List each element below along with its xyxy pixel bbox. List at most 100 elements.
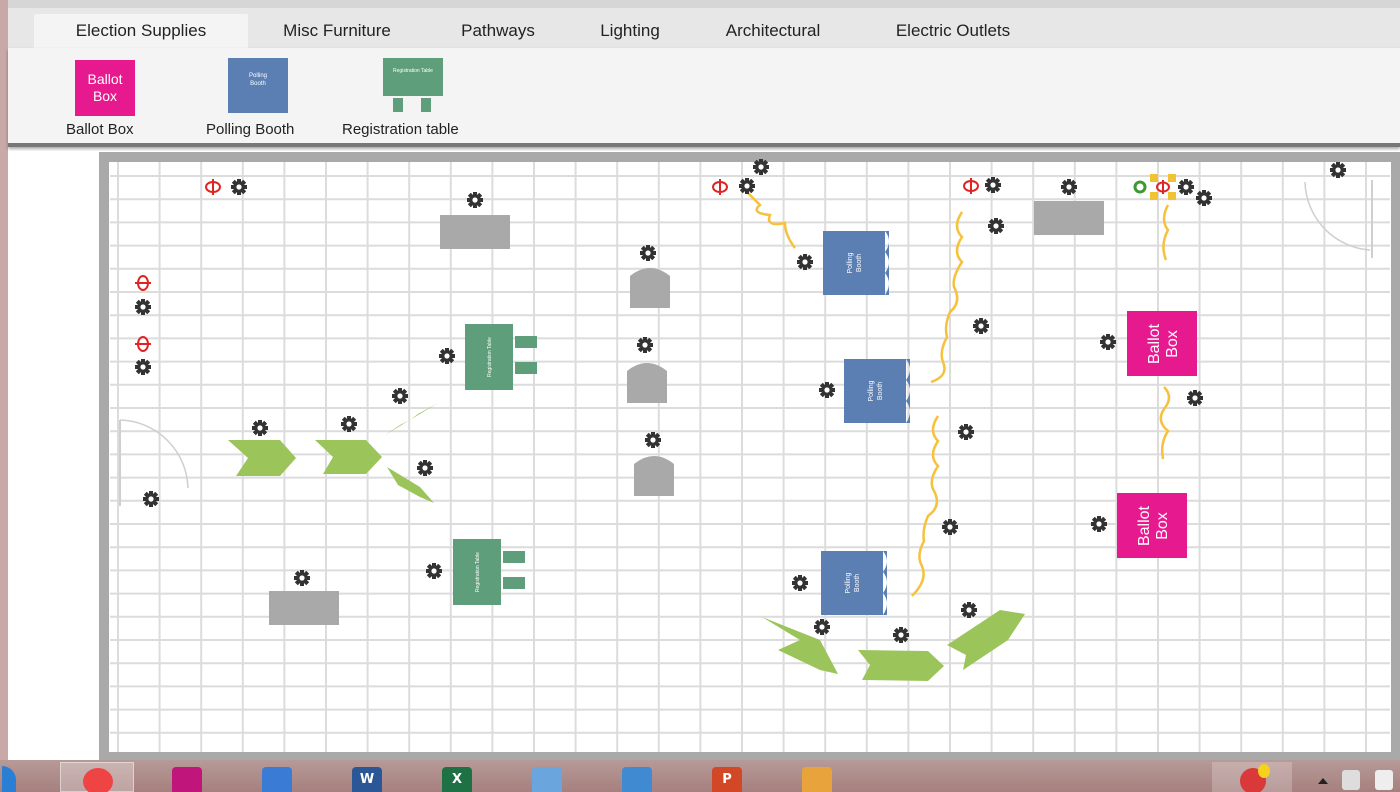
taskbar-app-button[interactable] bbox=[780, 762, 854, 792]
palette-item-ballot-box[interactable]: Ballot Box Ballot Box bbox=[8, 48, 168, 143]
window-left-border bbox=[0, 0, 8, 760]
light-fixture-gear-icon[interactable] bbox=[1091, 516, 1107, 532]
tab-pathways[interactable]: Pathways bbox=[438, 14, 558, 48]
word-icon: W bbox=[352, 767, 382, 792]
item-palette: Ballot Box Ballot Box Polling Booth Poll… bbox=[8, 48, 1400, 147]
light-fixture-gear-icon[interactable] bbox=[135, 359, 151, 375]
tab-architectural[interactable]: Architectural bbox=[700, 14, 846, 48]
light-fixture-gear-icon[interactable] bbox=[942, 519, 958, 535]
light-fixture-gear-icon[interactable] bbox=[958, 424, 974, 440]
light-fixture-gear-icon[interactable] bbox=[1196, 190, 1212, 206]
svg-text:Registration Table: Registration Table bbox=[475, 552, 481, 592]
excel-icon: X bbox=[442, 767, 472, 792]
light-fixture-gear-icon[interactable] bbox=[637, 337, 653, 353]
ballot-box-icon: Ballot Box bbox=[75, 60, 135, 116]
light-fixture-gear-icon[interactable] bbox=[985, 177, 1001, 193]
polling-booth[interactable]: Polling Booth bbox=[844, 359, 910, 423]
light-fixture-gear-icon[interactable] bbox=[893, 627, 909, 643]
misc-table[interactable] bbox=[1034, 201, 1104, 235]
taskbar-app-button[interactable] bbox=[60, 762, 134, 792]
light-fixture-gear-icon[interactable] bbox=[392, 388, 408, 404]
polling-booth-icon: Polling Booth bbox=[228, 58, 288, 113]
light-fixture-gear-icon[interactable] bbox=[143, 491, 159, 507]
floor-plan-canvas[interactable]: Polling Booth Polling Booth Polling Booth Regi… bbox=[8, 151, 1400, 760]
people-icon bbox=[532, 767, 562, 792]
light-fixture-gear-icon[interactable] bbox=[973, 318, 989, 334]
ballot-box[interactable]: BallotBox bbox=[1117, 493, 1187, 558]
room-wall[interactable] bbox=[99, 152, 1400, 760]
ballot-box[interactable]: BallotBox bbox=[1127, 311, 1197, 376]
polling-booth[interactable]: Polling Booth bbox=[821, 551, 887, 615]
chrome-icon bbox=[83, 768, 113, 792]
palette-item-label: Registration table bbox=[342, 121, 459, 138]
light-fixture-gear-icon[interactable] bbox=[252, 420, 268, 436]
svg-text:Booth: Booth bbox=[250, 81, 266, 87]
taskbar-app-button[interactable] bbox=[240, 762, 314, 792]
window-top-border bbox=[0, 0, 1400, 8]
floor-plan-workspace[interactable]: Polling Booth Polling Booth Polling Booth Regi… bbox=[8, 151, 1400, 760]
taskbar: WXP bbox=[0, 760, 1400, 792]
app-window: Election Supplies Misc Furniture Pathway… bbox=[0, 0, 1400, 792]
warning-badge-icon bbox=[1258, 764, 1270, 778]
taskbar-app-letter: W bbox=[359, 772, 375, 787]
light-fixture-gear-icon[interactable] bbox=[988, 218, 1004, 234]
light-fixture-gear-icon[interactable] bbox=[426, 563, 442, 579]
start-button-icon[interactable] bbox=[2, 766, 16, 792]
light-fixture-gear-icon[interactable] bbox=[961, 602, 977, 618]
light-fixture-gear-icon[interactable] bbox=[1061, 179, 1077, 195]
chair[interactable] bbox=[627, 363, 667, 403]
taskbar-app-button[interactable]: W bbox=[330, 762, 404, 792]
tab-election-supplies[interactable]: Election Supplies bbox=[34, 14, 248, 48]
control-panel-icon bbox=[622, 767, 652, 792]
taskbar-app-button[interactable] bbox=[600, 762, 674, 792]
light-fixture-gear-icon[interactable] bbox=[467, 192, 483, 208]
category-tab-bar: Election Supplies Misc Furniture Pathway… bbox=[8, 8, 1400, 48]
light-fixture-gear-icon[interactable] bbox=[1100, 334, 1116, 350]
taskbar-app-button[interactable]: P bbox=[690, 762, 764, 792]
tab-electric-outlets[interactable]: Electric Outlets bbox=[868, 14, 1038, 48]
taskbar-app-button[interactable] bbox=[150, 762, 224, 792]
palette-item-polling-booth[interactable]: Polling Booth Polling Booth bbox=[198, 48, 328, 143]
light-fixture-gear-icon[interactable] bbox=[792, 575, 808, 591]
light-fixture-gear-icon[interactable] bbox=[739, 178, 755, 194]
palette-item-registration-table[interactable]: Registration Table Registration table bbox=[338, 48, 488, 143]
svg-text:Registration Table: Registration Table bbox=[393, 68, 433, 74]
taskbar-app-letter: X bbox=[451, 772, 463, 787]
tray-network-icon[interactable] bbox=[1342, 770, 1360, 790]
pathway-arrow[interactable] bbox=[858, 650, 944, 681]
misc-table[interactable] bbox=[269, 591, 339, 625]
light-fixture-gear-icon[interactable] bbox=[640, 245, 656, 261]
tray-flag-icon[interactable] bbox=[1375, 770, 1393, 790]
palette-item-label: Ballot Box bbox=[66, 121, 134, 138]
taskbar-app-button[interactable] bbox=[510, 762, 584, 792]
svg-text:Registration Table: Registration Table bbox=[487, 337, 493, 377]
light-fixture-gear-icon[interactable] bbox=[797, 254, 813, 270]
light-fixture-gear-icon[interactable] bbox=[819, 382, 835, 398]
registration-table-icon: Registration Table bbox=[383, 58, 443, 112]
taskbar-notification-app[interactable] bbox=[1212, 762, 1292, 792]
chair[interactable] bbox=[634, 456, 674, 496]
svg-text:Polling: Polling bbox=[249, 73, 267, 79]
light-fixture-gear-icon[interactable] bbox=[645, 432, 661, 448]
chair[interactable] bbox=[630, 268, 670, 308]
light-fixture-gear-icon[interactable] bbox=[753, 159, 769, 175]
tray-expand-icon[interactable] bbox=[1318, 778, 1328, 784]
light-fixture-gear-icon[interactable] bbox=[1330, 162, 1346, 178]
light-fixture-gear-icon[interactable] bbox=[1178, 179, 1194, 195]
light-fixture-gear-icon[interactable] bbox=[1187, 390, 1203, 406]
photo-viewer-icon bbox=[262, 767, 292, 792]
light-fixture-gear-icon[interactable] bbox=[417, 460, 433, 476]
light-fixture-gear-icon[interactable] bbox=[231, 179, 247, 195]
light-fixture-gear-icon[interactable] bbox=[294, 570, 310, 586]
light-fixture-gear-icon[interactable] bbox=[341, 416, 357, 432]
misc-table[interactable] bbox=[440, 215, 510, 249]
tab-lighting[interactable]: Lighting bbox=[580, 14, 680, 48]
camera-app-icon bbox=[172, 767, 202, 792]
taskbar-app-button[interactable]: X bbox=[420, 762, 494, 792]
taskbar-app-letter: P bbox=[722, 772, 732, 787]
light-fixture-gear-icon[interactable] bbox=[814, 619, 830, 635]
polling-booth[interactable]: Polling Booth bbox=[823, 231, 889, 295]
light-fixture-gear-icon[interactable] bbox=[439, 348, 455, 364]
tab-misc-furniture[interactable]: Misc Furniture bbox=[258, 14, 416, 48]
light-fixture-gear-icon[interactable] bbox=[135, 299, 151, 315]
